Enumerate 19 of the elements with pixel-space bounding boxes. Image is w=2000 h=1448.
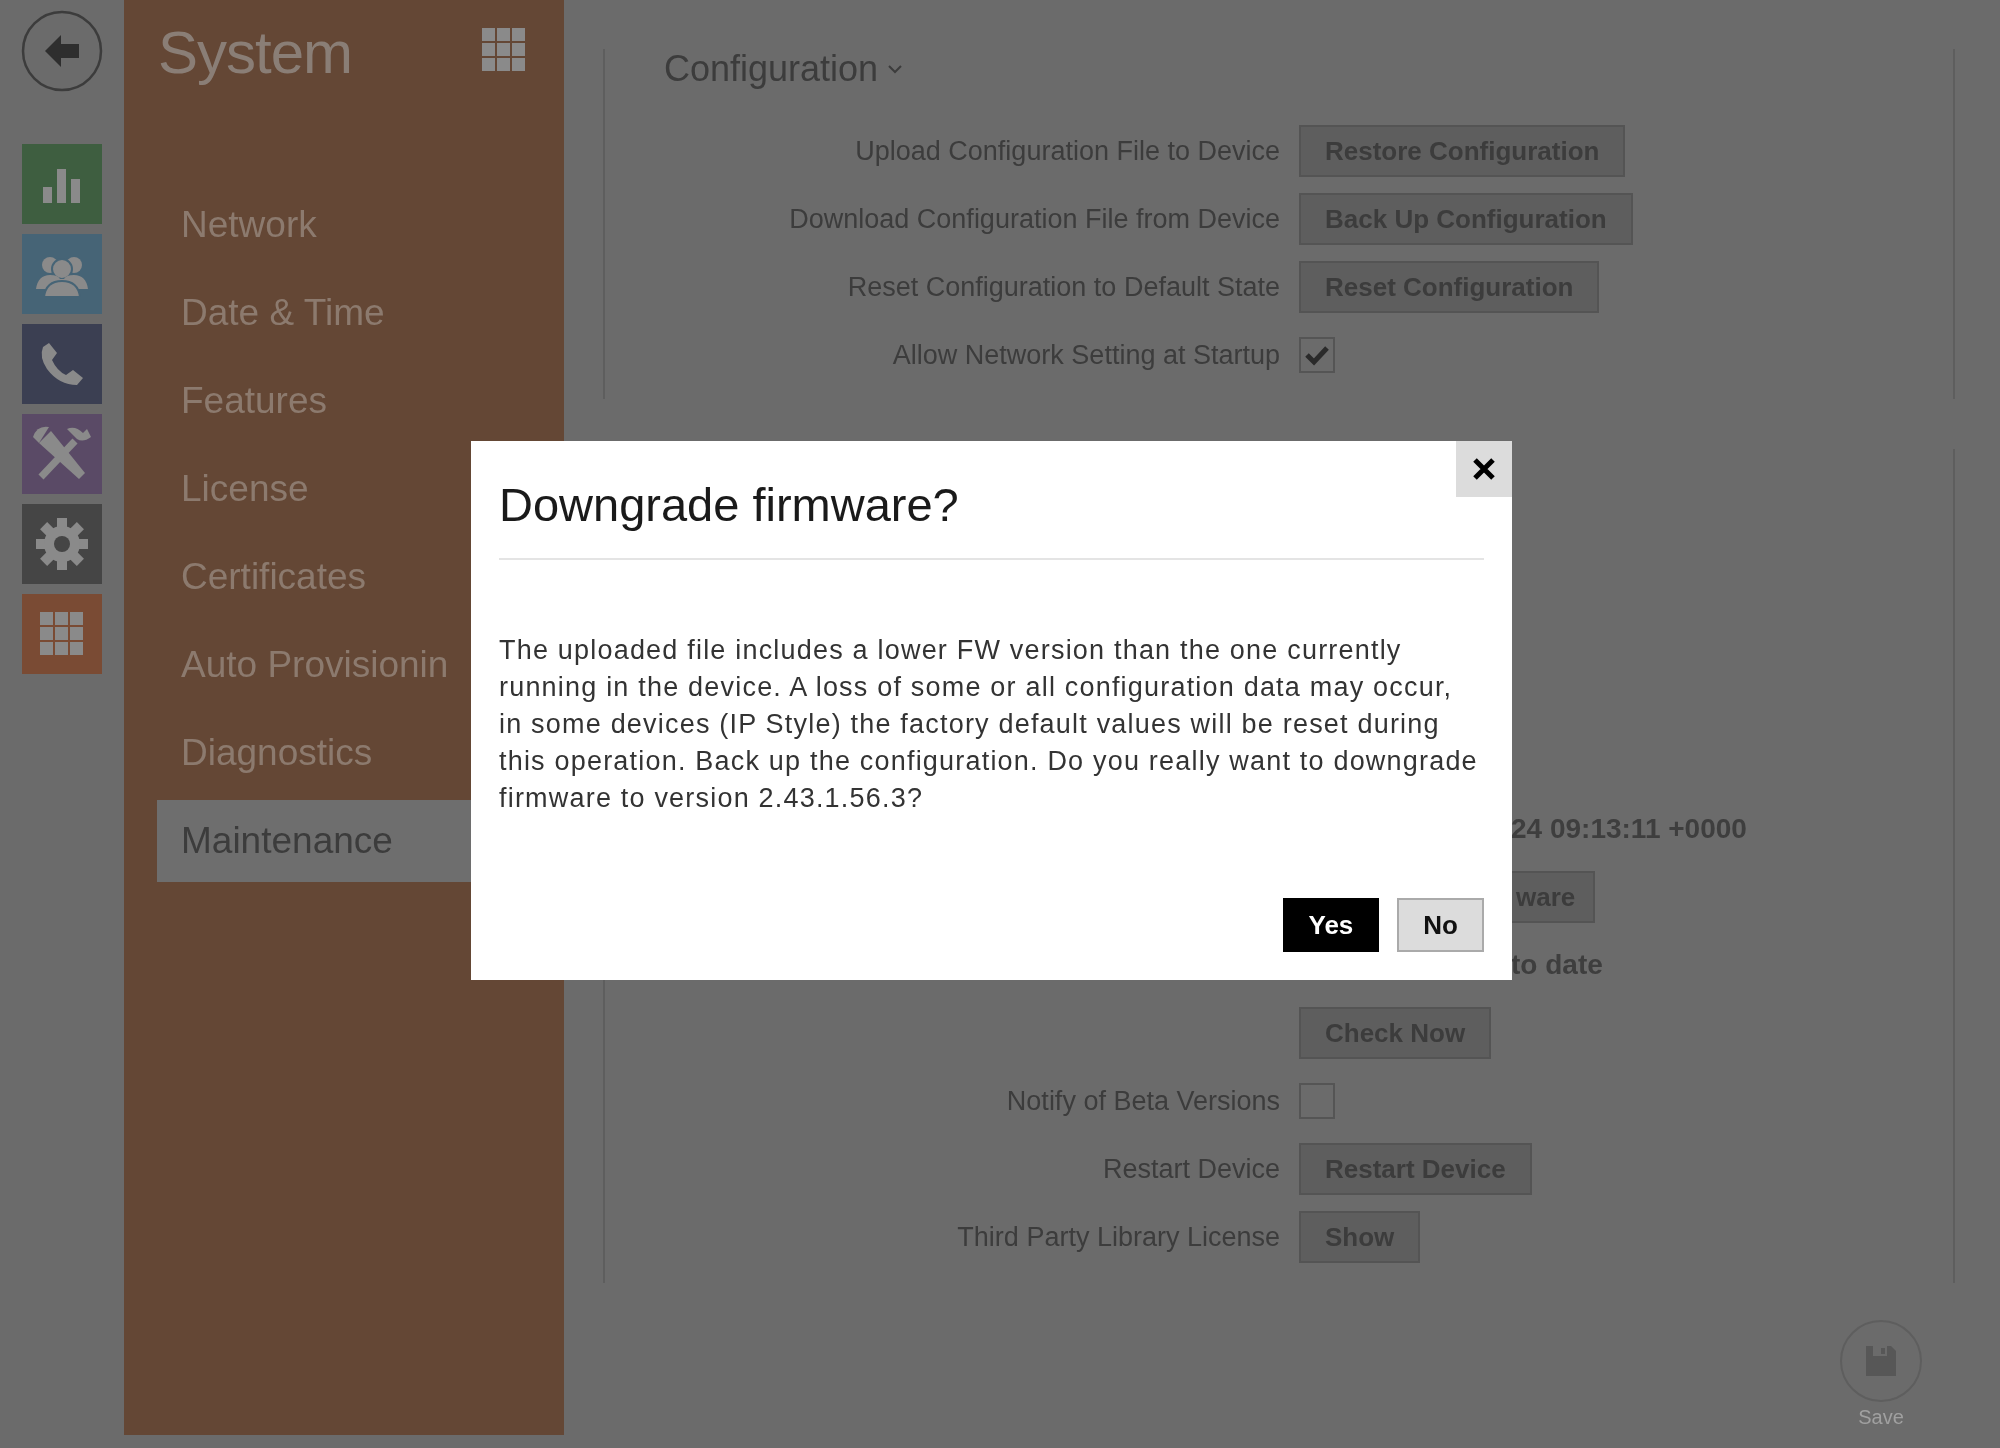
yes-button[interactable]: Yes (1282, 898, 1380, 952)
check-icon (1304, 344, 1330, 366)
grid-icon[interactable] (22, 594, 102, 674)
bar-chart-icon[interactable] (22, 144, 102, 224)
back-icon[interactable] (21, 10, 103, 92)
section-title: System (158, 17, 353, 87)
no-button[interactable]: No (1397, 898, 1484, 952)
hammer-wrench-icon[interactable] (22, 414, 102, 494)
users-icon[interactable] (22, 234, 102, 314)
dialog-title: Downgrade firmware? (499, 477, 1484, 560)
phone-icon[interactable] (22, 324, 102, 404)
chevron-icon[interactable] (888, 64, 903, 74)
checkbox[interactable] (1299, 337, 1335, 373)
nav-item[interactable]: Date & Time (157, 272, 564, 354)
nav-item[interactable]: Network (157, 184, 564, 266)
close-icon (1472, 457, 1496, 481)
nav-item[interactable]: Features (157, 360, 564, 442)
settings-icon[interactable] (22, 504, 102, 584)
close-button[interactable] (1456, 441, 1512, 497)
